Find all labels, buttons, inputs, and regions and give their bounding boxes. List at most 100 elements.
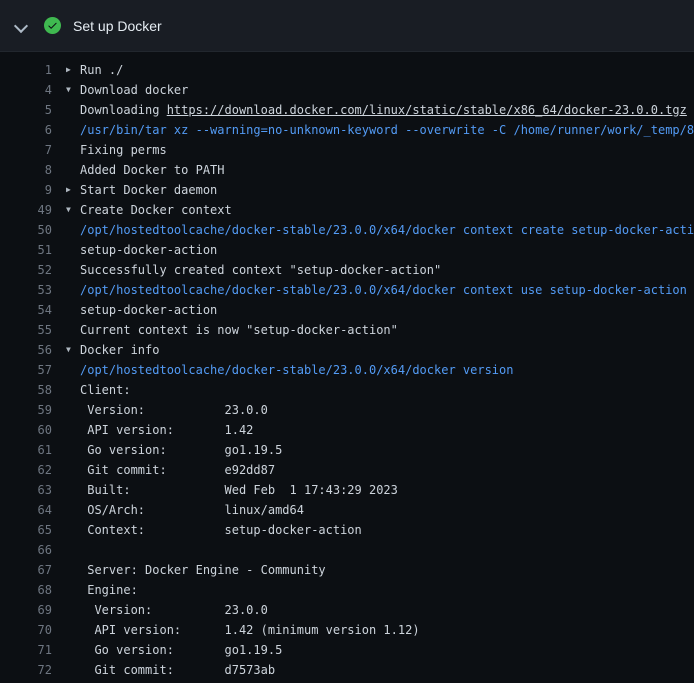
log-text: Git commit: d7573ab (80, 663, 275, 677)
line-number[interactable]: 61 (0, 443, 52, 457)
line-number[interactable]: 71 (0, 643, 52, 657)
log-text: Current context is now "setup-docker-act… (80, 323, 398, 337)
line-number[interactable]: 56 (0, 343, 52, 357)
line-number[interactable]: 1 (0, 63, 52, 77)
line-number[interactable]: 65 (0, 523, 52, 537)
log-line: 72 Git commit: d7573ab (0, 660, 694, 680)
log-text: Engine: (80, 583, 138, 597)
line-content: ▼Download docker (66, 80, 188, 100)
line-content: /opt/hostedtoolcache/docker-stable/23.0.… (66, 363, 513, 377)
line-content: setup-docker-action (66, 303, 217, 317)
log-line: 53/opt/hostedtoolcache/docker-stable/23.… (0, 280, 694, 300)
log-text: Go version: go1.19.5 (80, 443, 282, 457)
group-chevron-down-icon[interactable]: ▼ (66, 340, 80, 360)
log-text-part: Downloading (80, 103, 167, 117)
log-line: 58 Client: (0, 380, 694, 400)
log-line: 52Successfully created context "setup-do… (0, 260, 694, 280)
line-number[interactable]: 9 (0, 183, 52, 197)
log-line: 60 API version: 1.42 (0, 420, 694, 440)
line-number[interactable]: 8 (0, 163, 52, 177)
line-number[interactable]: 58 (0, 383, 52, 397)
line-number[interactable]: 5 (0, 103, 52, 117)
line-content: Downloading https://download.docker.com/… (66, 103, 687, 117)
line-number[interactable]: 63 (0, 483, 52, 497)
line-number[interactable]: 50 (0, 223, 52, 237)
line-number[interactable]: 54 (0, 303, 52, 317)
log-group-row[interactable]: 1 ▶Run ./ (0, 60, 694, 80)
log-line: 62 Git commit: e92dd87 (0, 460, 694, 480)
log-url-link[interactable]: https://download.docker.com/linux/static… (167, 103, 687, 117)
line-content: Added Docker to PATH (66, 163, 225, 177)
line-number[interactable]: 4 (0, 83, 52, 97)
line-content: Context: setup-docker-action (66, 523, 362, 537)
log-line: 61 Go version: go1.19.5 (0, 440, 694, 460)
line-number[interactable]: 62 (0, 463, 52, 477)
group-title-text: Docker info (80, 343, 159, 357)
line-number[interactable]: 55 (0, 323, 52, 337)
line-number[interactable]: 68 (0, 583, 52, 597)
line-number[interactable]: 67 (0, 563, 52, 577)
log-line: 6/usr/bin/tar xz --warning=no-unknown-ke… (0, 120, 694, 140)
log-text: Version: 23.0.0 (80, 603, 268, 617)
line-content: Go version: go1.19.5 (66, 643, 282, 657)
log-line: 7 Fixing perms (0, 140, 694, 160)
line-number[interactable]: 59 (0, 403, 52, 417)
log-area: 1▶Run ./4▼Download docker5Downloading ht… (0, 52, 694, 683)
group-title-text: Create Docker context (80, 203, 232, 217)
line-number[interactable]: 60 (0, 423, 52, 437)
line-content: Built: Wed Feb 1 17:43:29 2023 (66, 483, 398, 497)
line-number[interactable]: 6 (0, 123, 52, 137)
group-chevron-right-icon[interactable]: ▶ (66, 60, 80, 80)
log-group-row[interactable]: 9 ▶Start Docker daemon (0, 180, 694, 200)
line-content: /opt/hostedtoolcache/docker-stable/23.0.… (66, 223, 694, 237)
step-header[interactable]: Set up Docker (0, 0, 694, 52)
line-number[interactable]: 51 (0, 243, 52, 257)
line-content: ▼Create Docker context (66, 200, 232, 220)
line-content: Engine: (66, 583, 138, 597)
chevron-down-icon[interactable] (16, 21, 26, 31)
line-content: Current context is now "setup-docker-act… (66, 323, 398, 337)
log-text: Client: (80, 383, 131, 397)
log-group-row[interactable]: 49 ▼Create Docker context (0, 200, 694, 220)
log-text: OS/Arch: linux/amd64 (80, 503, 304, 517)
line-number[interactable]: 72 (0, 663, 52, 677)
group-chevron-down-icon[interactable]: ▼ (66, 80, 80, 100)
log-line: 66 (0, 540, 694, 560)
log-group-row[interactable]: 56 ▼Docker info (0, 340, 694, 360)
line-number[interactable]: 52 (0, 263, 52, 277)
line-number[interactable]: 70 (0, 623, 52, 637)
log-line: 5 Downloading https://download.docker.com… (0, 100, 694, 120)
log-line: 8 Added Docker to PATH (0, 160, 694, 180)
log-command-text: /usr/bin/tar xz --warning=no-unknown-key… (80, 123, 694, 137)
group-chevron-right-icon[interactable]: ▶ (66, 180, 80, 200)
line-number[interactable]: 66 (0, 543, 52, 557)
group-title-text: Download docker (80, 83, 188, 97)
line-number[interactable]: 64 (0, 503, 52, 517)
log-line: 69 Version: 23.0.0 (0, 600, 694, 620)
log-text: Context: setup-docker-action (80, 523, 362, 537)
line-number[interactable]: 69 (0, 603, 52, 617)
log-text: setup-docker-action (80, 243, 217, 257)
line-content: API version: 1.42 (66, 423, 253, 437)
log-group-row[interactable]: 4 ▼Download docker (0, 80, 694, 100)
line-number[interactable]: 53 (0, 283, 52, 297)
log-line: 50/opt/hostedtoolcache/docker-stable/23.… (0, 220, 694, 240)
line-content: Fixing perms (66, 143, 167, 157)
log-line: 51 setup-docker-action (0, 240, 694, 260)
log-text: Downloading https://download.docker.com/… (80, 103, 687, 117)
line-content: ▶Start Docker daemon (66, 180, 217, 200)
log-line: 57/opt/hostedtoolcache/docker-stable/23.… (0, 360, 694, 380)
line-content: Version: 23.0.0 (66, 603, 268, 617)
group-title-text: Run ./ (80, 63, 123, 77)
log-text: API version: 1.42 (80, 423, 253, 437)
line-content: setup-docker-action (66, 243, 217, 257)
line-number[interactable]: 49 (0, 203, 52, 217)
group-title-text: Start Docker daemon (80, 183, 217, 197)
line-number[interactable]: 7 (0, 143, 52, 157)
log-text: Server: Docker Engine - Community (80, 563, 326, 577)
log-command-text: /opt/hostedtoolcache/docker-stable/23.0.… (80, 223, 694, 237)
line-content: /opt/hostedtoolcache/docker-stable/23.0.… (66, 283, 687, 297)
line-number[interactable]: 57 (0, 363, 52, 377)
group-chevron-down-icon[interactable]: ▼ (66, 200, 80, 220)
log-text: setup-docker-action (80, 303, 217, 317)
